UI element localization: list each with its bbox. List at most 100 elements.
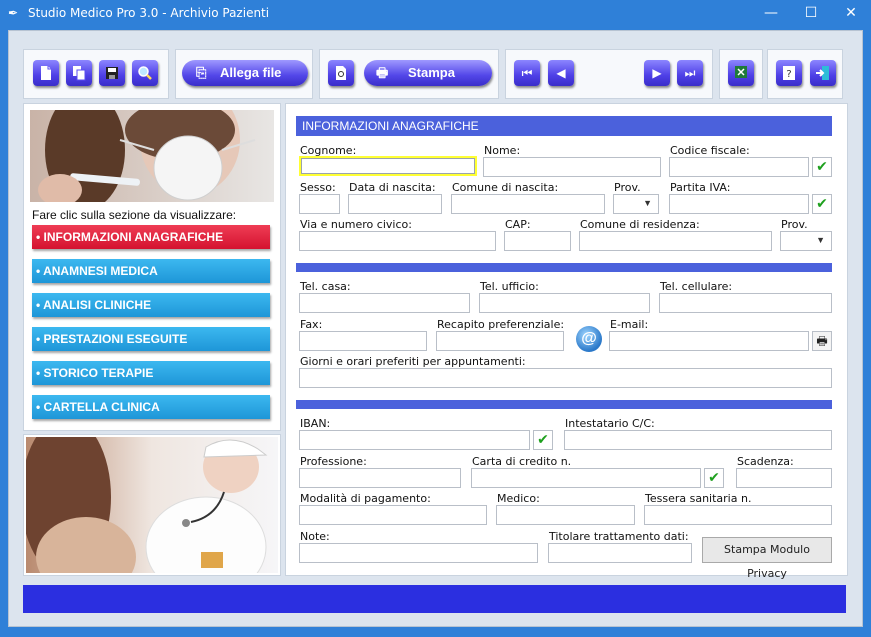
at-sign-icon: @ <box>581 330 597 347</box>
nav-prestazioni-eseguite[interactable]: • PRESTAZIONI ESEGUITE <box>32 327 270 351</box>
print-privacy-button[interactable]: Stampa Modulo Privacy <box>702 537 832 580</box>
paperclip-icon: ⎘ <box>196 65 207 80</box>
comune-nascita-field[interactable] <box>451 194 605 214</box>
comune-residenza-field[interactable] <box>579 231 772 251</box>
tel-cellulare-label: Tel. cellulare: <box>660 280 733 293</box>
attach-file-button[interactable]: ⎘ Allega file <box>182 60 308 86</box>
email-label: E-mail: <box>610 318 649 331</box>
toolbar-navigation-group: ⏮ ◀ ▶ ⏭ <box>505 49 713 99</box>
printer-icon: 🖶 <box>816 334 828 348</box>
copy-record-button[interactable] <box>66 60 92 86</box>
excel-icon <box>735 66 747 78</box>
verify-iban-button[interactable]: ✔ <box>533 430 553 450</box>
new-document-icon <box>41 66 51 80</box>
verify-codice-fiscale-button[interactable]: ✔ <box>812 157 832 177</box>
new-record-button[interactable] <box>33 60 59 86</box>
section-divider-billing <box>296 400 832 409</box>
carta-credito-field[interactable] <box>471 468 701 488</box>
nav-storico-terapie[interactable]: • STORICO TERAPIE <box>32 361 270 385</box>
note-label: Note: <box>300 530 330 543</box>
tel-casa-label: Tel. casa: <box>300 280 351 293</box>
scadenza-field[interactable] <box>736 468 832 488</box>
title-bar: ✒ Studio Medico Pro 3.0 - Archivio Pazie… <box>0 0 871 27</box>
save-button[interactable] <box>99 60 125 86</box>
cognome-field[interactable] <box>299 156 477 176</box>
verify-carta-button[interactable]: ✔ <box>704 468 724 488</box>
data-nascita-field[interactable] <box>348 194 442 214</box>
close-button[interactable]: ✕ <box>831 0 871 27</box>
fax-label: Fax: <box>300 318 323 331</box>
doctor-photo-panel <box>23 434 281 576</box>
help-button[interactable]: ? <box>776 60 802 86</box>
professione-field[interactable] <box>299 468 461 488</box>
chevron-down-icon: ▼ <box>816 235 825 245</box>
tel-ufficio-label: Tel. ufficio: <box>480 280 539 293</box>
navigation-hint: Fare clic sulla sezione da visualizzare: <box>32 208 237 222</box>
comune-nascita-label: Comune di nascita: <box>452 181 559 194</box>
nav-cartella-clinica[interactable]: • CARTELLA CLINICA <box>32 395 270 419</box>
nav-analisi-cliniche[interactable]: • ANALISI CLINICHE <box>32 293 270 317</box>
first-record-button[interactable]: ⏮ <box>514 60 540 86</box>
prov-nascita-select[interactable]: ▼ <box>613 194 659 214</box>
prov-residenza-select[interactable]: ▼ <box>780 231 832 251</box>
sesso-field[interactable] <box>299 194 340 214</box>
sesso-label: Sesso: <box>300 181 336 194</box>
nav-anamnesi-medica[interactable]: • ANAMNESI MEDICA <box>32 259 270 283</box>
exit-button[interactable] <box>810 60 836 86</box>
intestatario-field[interactable] <box>564 430 832 450</box>
via-field[interactable] <box>299 231 496 251</box>
doctor-patient-photo <box>26 437 278 573</box>
iban-label: IBAN: <box>300 417 331 430</box>
tel-casa-field[interactable] <box>299 293 470 313</box>
medico-field[interactable] <box>496 505 635 525</box>
attach-file-label: Allega file <box>220 65 282 80</box>
note-field[interactable] <box>299 543 538 563</box>
fax-field[interactable] <box>299 331 427 351</box>
copy-icon <box>73 66 86 81</box>
minimize-button[interactable]: — <box>751 0 791 27</box>
preview-button[interactable] <box>328 60 354 86</box>
app-window: ✒ Studio Medico Pro 3.0 - Archivio Pazie… <box>0 0 871 637</box>
giorni-field[interactable] <box>299 368 832 388</box>
modalita-pagamento-field[interactable] <box>299 505 487 525</box>
print-email-button[interactable]: 🖶 <box>812 331 832 351</box>
cap-label: CAP: <box>505 218 531 231</box>
floppy-icon <box>106 67 118 79</box>
checkmark-icon: ✔ <box>816 159 828 175</box>
nav-informazioni-anagrafiche[interactable]: • INFORMAZIONI ANAGRAFICHE <box>32 225 270 249</box>
printer-icon: 🖶 <box>376 65 389 80</box>
chevron-down-icon: ▼ <box>643 198 652 208</box>
checkmark-icon: ✔ <box>537 432 549 448</box>
toolbar-attach-group: ⎘ Allega file <box>175 49 313 99</box>
previous-record-button[interactable]: ◀ <box>548 60 574 86</box>
nome-field[interactable] <box>483 157 661 177</box>
checkmark-icon: ✔ <box>816 196 828 212</box>
email-field[interactable] <box>609 331 809 351</box>
checkmark-icon: ✔ <box>708 470 720 486</box>
first-record-icon: ⏮ <box>521 66 533 80</box>
partita-iva-field[interactable] <box>669 194 809 214</box>
titolare-field[interactable] <box>548 543 692 563</box>
iban-field[interactable] <box>299 430 530 450</box>
carta-credito-label: Carta di credito n. <box>472 455 572 468</box>
tessera-sanitaria-field[interactable] <box>644 505 832 525</box>
recapito-field[interactable] <box>436 331 564 351</box>
cap-field[interactable] <box>504 231 571 251</box>
search-button[interactable] <box>132 60 158 86</box>
next-record-button[interactable]: ▶ <box>644 60 670 86</box>
maximize-button[interactable]: ☐ <box>791 0 831 27</box>
tessera-sanitaria-label: Tessera sanitaria n. <box>645 492 752 505</box>
previous-icon: ◀ <box>556 66 566 80</box>
last-record-button[interactable]: ⏭ <box>677 60 703 86</box>
tel-ufficio-field[interactable] <box>479 293 650 313</box>
send-email-button[interactable]: @ <box>576 326 602 352</box>
export-excel-button[interactable] <box>728 60 754 86</box>
prov-nascita-label: Prov. <box>614 181 641 194</box>
recapito-label: Recapito preferenziale: <box>437 318 565 331</box>
codice-fiscale-field[interactable] <box>669 157 809 177</box>
feather-icon: ✒ <box>8 6 19 20</box>
print-button[interactable]: 🖶 Stampa <box>364 60 492 86</box>
verify-partita-iva-button[interactable]: ✔ <box>812 194 832 214</box>
tel-cellulare-field[interactable] <box>659 293 832 313</box>
section-header: INFORMAZIONI ANAGRAFICHE <box>296 116 832 136</box>
